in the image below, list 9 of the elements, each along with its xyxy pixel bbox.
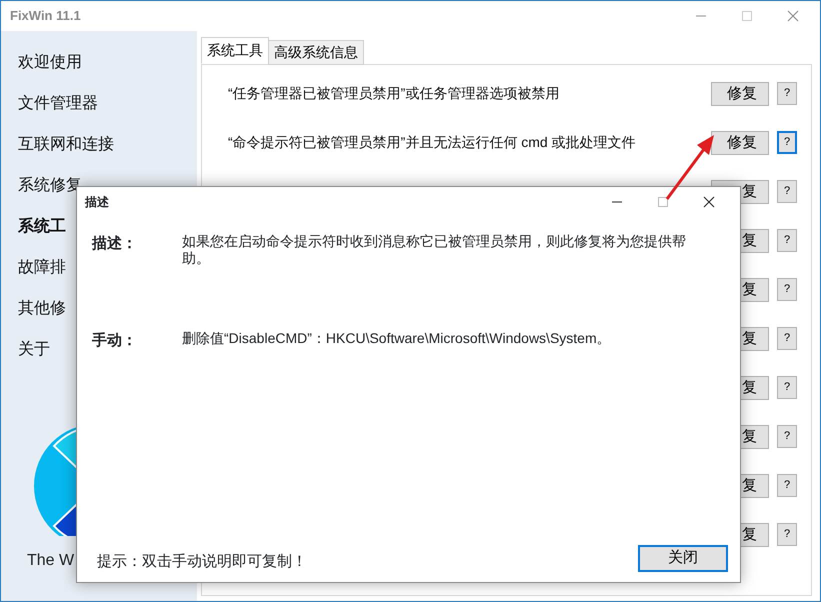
description-text: 如果您在启动命令提示符时收到消息称它已被管理员禁用，则此修复将为您提供帮助。 bbox=[182, 233, 687, 267]
window-title: FixWin 11.1 bbox=[10, 7, 81, 26]
footer-text: The W bbox=[27, 551, 74, 571]
fix-description: “任务管理器已被管理员禁用”或任务管理器选项被禁用 bbox=[228, 86, 560, 101]
fix-description: “命令提示符已被管理员禁用”并且无法运行任何 cmd 或批处理文件 bbox=[228, 135, 637, 150]
dialog-title: 描述 bbox=[85, 194, 109, 211]
manual-label: 手动： bbox=[92, 331, 138, 351]
description-label: 描述： bbox=[92, 234, 138, 254]
hint-text: 提示：双击手动说明即可复制！ bbox=[97, 552, 307, 572]
